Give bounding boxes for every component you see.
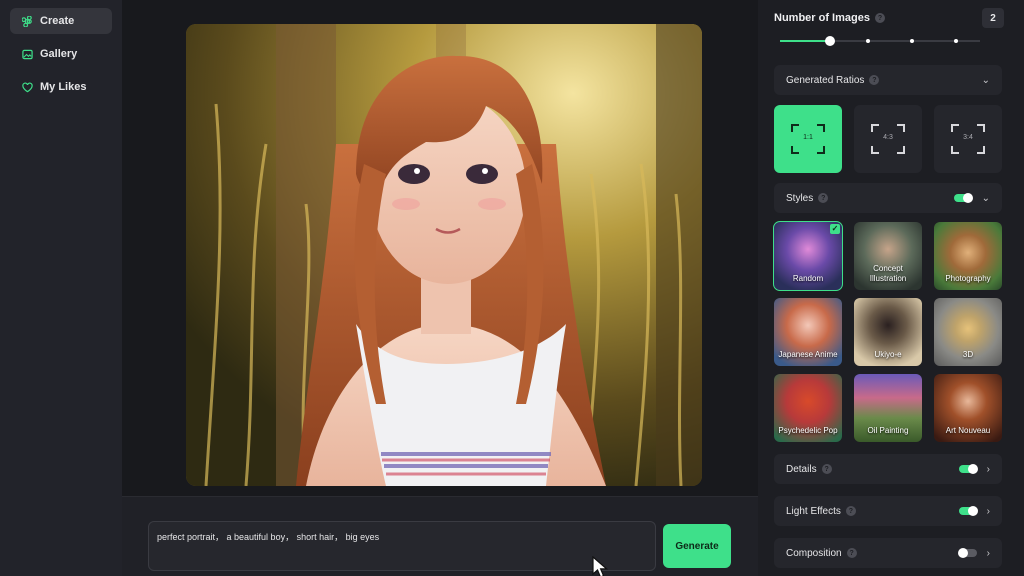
- ratio-frame-icon: 1:1: [791, 124, 825, 154]
- command-icon: [22, 15, 32, 27]
- chevron-right-icon[interactable]: ›: [987, 506, 990, 517]
- ratio-label: 4:3: [883, 134, 893, 141]
- prompt-bar: Generate: [122, 496, 758, 576]
- slider-step: [954, 39, 958, 43]
- ratio-label: 1:1: [803, 134, 813, 141]
- styles-title: Styles ?: [786, 192, 829, 204]
- help-icon[interactable]: ?: [874, 13, 885, 23]
- style-card-ukiyo-e[interactable]: Ukiyo-e: [854, 298, 922, 366]
- help-icon[interactable]: ?: [818, 193, 829, 203]
- chevron-down-icon[interactable]: ⌄: [982, 75, 990, 86]
- style-card-art-nouveau[interactable]: Art Nouveau: [934, 374, 1002, 442]
- sidebar-item-create[interactable]: Create: [10, 8, 112, 34]
- ratio-label: 3:4: [963, 134, 973, 141]
- generated-ratios-title: Generated Ratios ?: [786, 74, 880, 86]
- composition-toggle[interactable]: [957, 548, 977, 558]
- main-area: Generate: [122, 0, 758, 576]
- styles-toggle[interactable]: [953, 193, 973, 203]
- style-card-photography[interactable]: Photography: [934, 222, 1002, 290]
- generate-button[interactable]: Generate: [663, 524, 731, 568]
- details-label: Details: [786, 463, 817, 475]
- chevron-right-icon[interactable]: ›: [987, 464, 990, 475]
- style-label: Art Nouveau: [945, 426, 991, 435]
- style-label: Ukiyo-e: [874, 350, 902, 359]
- style-label: Oil Painting: [867, 426, 909, 435]
- chevron-right-icon[interactable]: ›: [987, 548, 990, 559]
- style-card-psychedelic-pop[interactable]: Psychedelic Pop: [774, 374, 842, 442]
- sidebar: Create Gallery My Likes: [0, 0, 122, 576]
- generated-ratios-header[interactable]: Generated Ratios ? ⌄: [774, 65, 1002, 95]
- ratio-option-3-4[interactable]: 3:4: [934, 105, 1002, 173]
- gallery-icon: [22, 49, 33, 59]
- help-icon[interactable]: ?: [846, 548, 857, 558]
- style-card-japanese-anime[interactable]: Japanese Anime: [774, 298, 842, 366]
- style-card-3d[interactable]: 3D: [934, 298, 1002, 366]
- style-label: Random: [792, 274, 824, 283]
- details-header[interactable]: Details ? ›: [774, 454, 1002, 484]
- generated-ratios-label: Generated Ratios: [786, 74, 865, 86]
- slider-fill: [780, 40, 830, 42]
- generated-image-preview[interactable]: [186, 24, 702, 486]
- light-effects-header[interactable]: Light Effects ? ›: [774, 496, 1002, 526]
- style-label: Photography: [945, 274, 991, 283]
- light-effects-label: Light Effects: [786, 505, 841, 517]
- details-title: Details ?: [786, 464, 832, 475]
- mouse-cursor-icon: [592, 556, 609, 576]
- sidebar-item-gallery[interactable]: Gallery: [10, 41, 112, 67]
- style-card-concept-illustration[interactable]: Concept Illustration: [854, 222, 922, 290]
- ratio-option-4-3[interactable]: 4:3: [854, 105, 922, 173]
- check-icon: ✓: [830, 224, 840, 234]
- slider-step: [910, 39, 914, 43]
- ratio-frame-icon: 3:4: [951, 124, 985, 154]
- help-icon[interactable]: ?: [845, 506, 856, 516]
- sidebar-item-my-likes[interactable]: My Likes: [10, 74, 112, 100]
- style-card-random[interactable]: ✓ Random: [773, 221, 843, 291]
- number-of-images-title: Number of Images ?: [774, 12, 885, 24]
- number-of-images-label: Number of Images: [774, 12, 870, 24]
- anime-portrait-image: [186, 24, 702, 486]
- slider-step: [866, 39, 870, 43]
- ratio-option-1-1[interactable]: 1:1: [774, 105, 842, 173]
- help-icon[interactable]: ?: [869, 75, 880, 85]
- light-effects-toggle[interactable]: [958, 506, 978, 516]
- light-effects-title: Light Effects ?: [786, 506, 856, 517]
- composition-header[interactable]: Composition ? ›: [774, 538, 1002, 568]
- slider-handle[interactable]: [825, 36, 835, 46]
- style-label: Concept Illustration: [869, 264, 907, 283]
- composition-label: Composition: [786, 547, 842, 559]
- style-card-oil-painting[interactable]: Oil Painting: [854, 374, 922, 442]
- sidebar-item-label: Create: [40, 15, 75, 27]
- sidebar-item-label: My Likes: [40, 81, 87, 93]
- details-toggle[interactable]: [958, 464, 978, 474]
- prompt-input[interactable]: [148, 521, 656, 571]
- number-of-images-value: 2: [982, 8, 1004, 28]
- sidebar-item-label: Gallery: [40, 48, 78, 60]
- styles-header[interactable]: Styles ? ⌄: [774, 183, 1002, 213]
- composition-title: Composition ?: [786, 548, 857, 559]
- help-icon[interactable]: ?: [821, 464, 832, 474]
- style-label: 3D: [962, 350, 974, 359]
- styles-label: Styles: [786, 192, 814, 204]
- settings-panel: Number of Images ? 2 Generated Ratios ? …: [758, 0, 1024, 576]
- number-of-images-slider[interactable]: [780, 35, 980, 47]
- heart-icon: [22, 82, 33, 92]
- style-label: Japanese Anime: [778, 350, 838, 359]
- style-label: Psychedelic Pop: [778, 426, 838, 435]
- ratio-frame-icon: 4:3: [871, 124, 905, 154]
- chevron-down-icon[interactable]: ⌄: [982, 193, 990, 204]
